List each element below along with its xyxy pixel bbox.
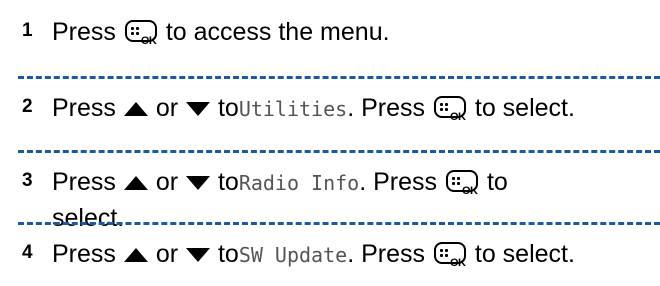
menu-item-name: Utilities <box>238 97 348 121</box>
menu-ok-button-icon: OK <box>433 96 466 123</box>
menu-ok-button-icon: OK <box>124 20 157 47</box>
step-text: Press or toUtilities. Press OK to select… <box>52 94 575 123</box>
step-text: Press OK to access the menu. <box>52 18 390 47</box>
menu-item-name: Radio Info <box>238 171 360 195</box>
step-text: Press or toSW Update. Press OK to select… <box>52 240 575 269</box>
up-arrow-icon <box>123 102 148 117</box>
step-divider <box>18 76 660 79</box>
menu-item-name: SW Update <box>238 243 348 267</box>
step-number: 2 <box>22 96 33 117</box>
step-text: Press or toRadio Info. Press OK to <box>52 168 508 197</box>
step-divider <box>18 150 660 153</box>
down-arrow-icon <box>186 102 210 117</box>
down-arrow-icon <box>186 176 210 191</box>
step-divider <box>18 222 660 225</box>
procedure-steps: 1 Press OK to access the menu. 2 Press o… <box>0 0 660 286</box>
menu-ok-button-icon: OK <box>445 170 478 197</box>
up-arrow-icon <box>123 248 148 263</box>
step-number: 3 <box>22 170 33 191</box>
up-arrow-icon <box>123 176 148 191</box>
step-number: 1 <box>22 20 33 41</box>
down-arrow-icon <box>186 248 210 263</box>
step-text-continued: select. <box>52 204 125 232</box>
step-number: 4 <box>22 242 33 263</box>
menu-ok-button-icon: OK <box>433 242 466 269</box>
